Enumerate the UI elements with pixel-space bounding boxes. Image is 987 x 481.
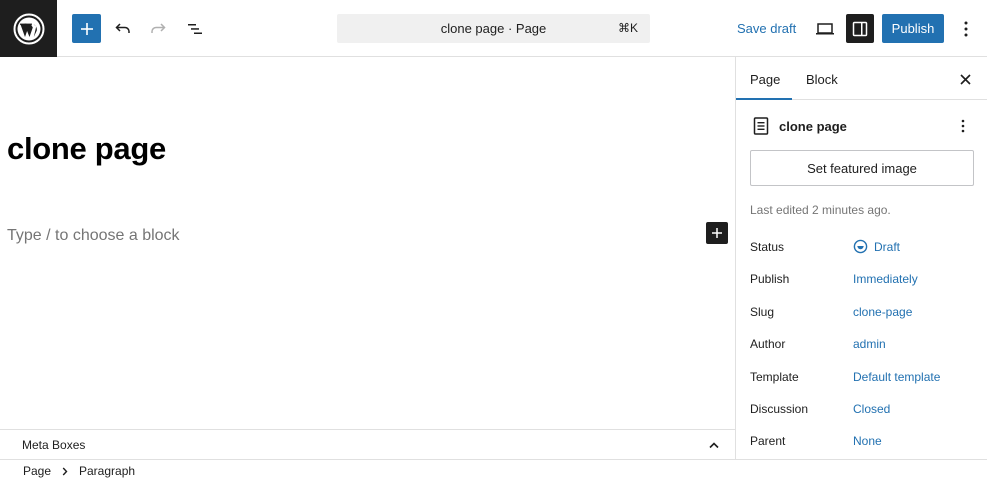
publish-label: Publish xyxy=(750,272,790,286)
close-sidebar-button[interactable] xyxy=(956,70,974,88)
post-title[interactable]: clone page xyxy=(7,131,166,167)
chevron-right-icon xyxy=(60,466,70,476)
list-view-icon xyxy=(187,23,202,34)
discussion-row: Discussion Closed xyxy=(750,402,980,420)
more-vertical-icon xyxy=(961,119,965,133)
slug-value-button[interactable]: clone-page xyxy=(853,305,912,319)
draft-status-icon xyxy=(853,239,868,254)
author-value-button[interactable]: admin xyxy=(853,337,886,351)
sidebar-icon xyxy=(852,21,868,36)
slug-row: Slug clone-page xyxy=(750,305,980,323)
editor-canvas: clone page Type / to choose a block xyxy=(0,57,735,429)
chevron-up-icon[interactable] xyxy=(706,437,722,453)
publish-value-button[interactable]: Immediately xyxy=(853,272,918,286)
active-tab-indicator xyxy=(736,98,792,100)
plus-icon xyxy=(80,22,93,35)
preview-button[interactable] xyxy=(810,14,839,43)
status-row: Status Draft xyxy=(750,239,980,258)
status-value-button[interactable]: Draft xyxy=(874,240,900,254)
sidebar-tabs: Page Block xyxy=(736,57,987,100)
status-label: Status xyxy=(750,240,785,254)
add-block-button[interactable] xyxy=(706,222,728,244)
author-label: Author xyxy=(750,337,786,351)
settings-sidebar: Page Block clone page Set featured image… xyxy=(735,57,987,459)
undo-icon xyxy=(114,22,130,33)
plus-icon xyxy=(712,228,722,238)
document-card: clone page xyxy=(736,115,987,137)
tab-block[interactable]: Block xyxy=(806,72,838,87)
document-actions-button[interactable] xyxy=(954,116,972,136)
parent-label: Parent xyxy=(750,434,786,448)
discussion-value-button[interactable]: Closed xyxy=(853,402,890,416)
desktop-preview-icon xyxy=(815,22,834,34)
template-value-button[interactable]: Default template xyxy=(853,370,940,384)
keyboard-shortcut: ⌘K xyxy=(617,21,638,35)
wordpress-logo-icon[interactable] xyxy=(0,0,57,57)
command-palette-button[interactable]: clone page · Page ⌘K xyxy=(337,14,650,43)
meta-boxes-label: Meta Boxes xyxy=(22,438,86,452)
options-menu-button[interactable] xyxy=(951,14,980,43)
redo-button[interactable] xyxy=(143,14,172,43)
document-card-title: clone page xyxy=(779,119,847,134)
discussion-label: Discussion xyxy=(750,402,809,416)
settings-toggle-button[interactable] xyxy=(846,14,874,43)
document-overview-button[interactable] xyxy=(180,14,209,43)
page-icon xyxy=(753,117,769,135)
publish-row: Publish Immediately xyxy=(750,272,980,290)
more-vertical-icon xyxy=(964,21,967,36)
document-title: clone page · Page xyxy=(440,21,547,36)
block-breadcrumb: Page Paragraph xyxy=(0,459,987,481)
tab-page[interactable]: Page xyxy=(750,72,780,87)
meta-boxes-panel[interactable]: Meta Boxes xyxy=(0,429,735,459)
breadcrumb-item-paragraph[interactable]: Paragraph xyxy=(79,464,135,478)
last-edited-text: Last edited 2 minutes ago. xyxy=(750,203,891,217)
breadcrumb-item-page[interactable]: Page xyxy=(23,464,51,478)
publish-button[interactable]: Publish xyxy=(882,14,944,43)
close-icon xyxy=(959,73,971,85)
author-row: Author admin xyxy=(750,337,980,355)
redo-icon xyxy=(150,22,166,33)
editor-header: clone page · Page ⌘K Save draft Publish xyxy=(0,0,987,57)
save-draft-button[interactable]: Save draft xyxy=(737,21,796,36)
template-row: Template Default template xyxy=(750,370,980,388)
template-label: Template xyxy=(750,370,799,384)
block-placeholder[interactable]: Type / to choose a block xyxy=(7,227,180,245)
block-inserter-toggle-button[interactable] xyxy=(72,14,101,43)
slug-label: Slug xyxy=(750,305,775,319)
parent-row: Parent None xyxy=(750,434,980,452)
set-featured-image-button[interactable]: Set featured image xyxy=(750,150,974,186)
undo-button[interactable] xyxy=(108,14,137,43)
parent-value-button[interactable]: None xyxy=(853,434,882,448)
